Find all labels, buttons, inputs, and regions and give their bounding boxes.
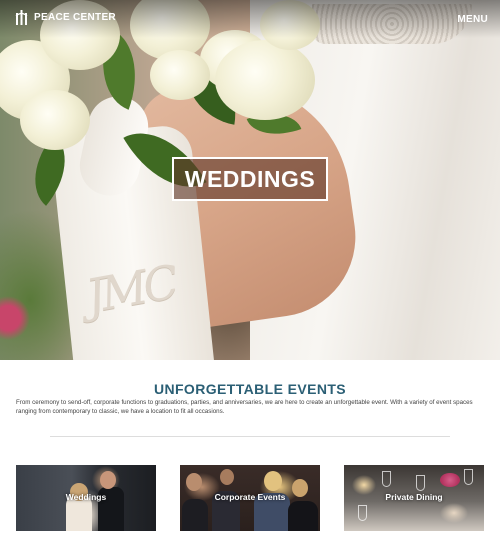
event-card-weddings[interactable]: Weddings [16,465,156,531]
event-card-label: Corporate Events [214,492,286,502]
guest-head [220,469,234,485]
wine-glass [382,471,391,487]
wine-glass [358,505,367,521]
peace-center-logo-icon [15,10,28,25]
guest-body [288,501,318,531]
menu-button[interactable]: MENU [457,14,488,25]
event-card-private-dining[interactable]: Private Dining [344,465,484,531]
section-description: From ceremony to send-off, corporate fun… [16,399,473,415]
event-card-label: Weddings [65,492,107,502]
site-logo-link[interactable]: PEACE CENTER [15,10,116,25]
hero-title: WEDDINGS [184,165,316,192]
guest-head [186,473,202,491]
bouquet-flower [20,90,90,150]
site-logo-text: PEACE CENTER [34,12,116,23]
top-navigation-bar: PEACE CENTER MENU [0,0,500,38]
event-card-corporate[interactable]: Corporate Events [180,465,320,531]
bouquet-flower [150,50,210,100]
hero-banner: JMC PEACE CENTER MENU WEDDINGS [0,0,500,360]
wine-glass [464,469,473,485]
section-title: UNFORGETTABLE EVENTS [153,381,347,397]
guest-body [182,499,208,531]
wine-glass [416,475,425,491]
table-flowers [440,473,460,487]
hero-title-box: WEDDINGS [172,157,328,201]
section-divider [50,436,450,437]
event-card-label: Private Dining [385,492,443,502]
bouquet-flower [215,40,315,120]
groom-head [100,471,116,489]
guest-head [264,471,282,491]
